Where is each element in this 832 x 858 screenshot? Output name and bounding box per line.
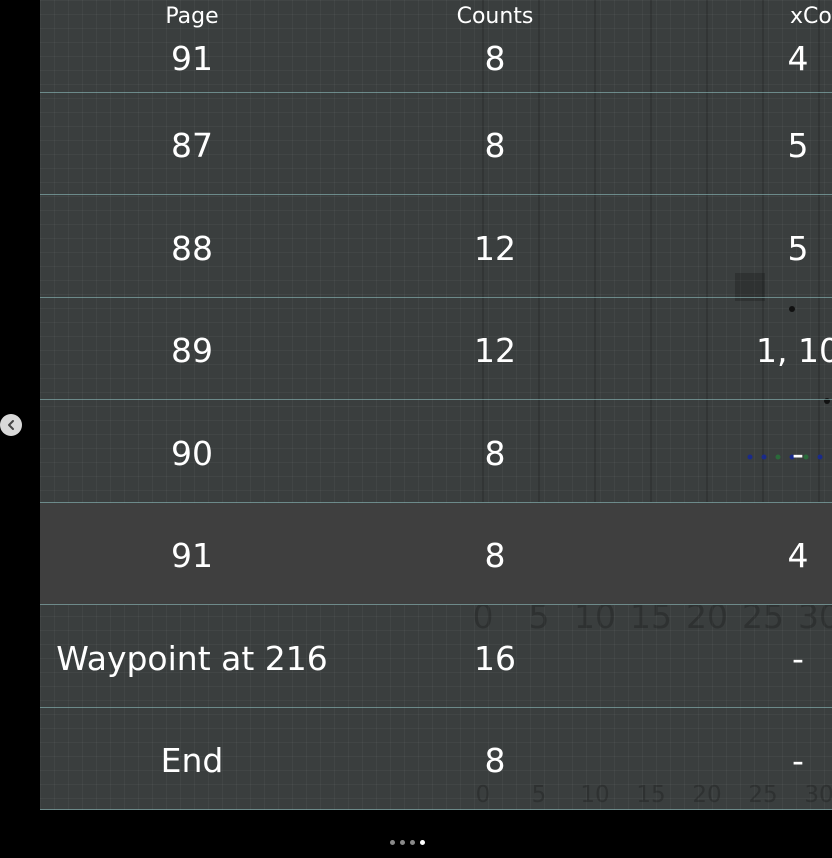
carousel-dot[interactable] xyxy=(410,840,415,845)
cell-xcounts: 5 xyxy=(787,126,809,165)
carousel-page-indicator xyxy=(390,840,425,845)
cell-counts: 16 xyxy=(474,638,516,678)
cell-counts: 12 xyxy=(474,331,516,370)
table-row[interactable]: End 8 - xyxy=(40,708,832,810)
cell-page: 91 xyxy=(171,39,213,78)
table-row[interactable]: 91 8 4 xyxy=(40,0,832,93)
cell-xcounts: - xyxy=(792,433,804,473)
cell-xcounts: 1, 10 xyxy=(756,331,832,370)
table-row[interactable]: 91 8 4 xyxy=(40,503,832,605)
cell-page: End xyxy=(160,741,224,780)
carousel-dot[interactable] xyxy=(400,840,405,845)
cell-counts: 8 xyxy=(484,126,506,165)
table-row[interactable]: 89 12 1, 10 xyxy=(40,298,832,400)
carousel-dot[interactable] xyxy=(390,840,395,845)
table-row[interactable]: 87 8 5 xyxy=(40,93,832,195)
cell-counts: 8 xyxy=(484,536,506,575)
cell-page: 88 xyxy=(171,228,213,268)
table-row[interactable]: 88 12 5 xyxy=(40,196,832,298)
cell-page: Waypoint at 216 xyxy=(56,638,328,678)
cell-xcounts: 4 xyxy=(787,39,809,78)
screen: 0 5 10 15 20 25 30 0 5 10 15 20 25 30 Page Counts xC… xyxy=(0,0,832,858)
carousel-dot[interactable] xyxy=(420,840,425,845)
table-row[interactable]: 90 8 - xyxy=(40,401,832,503)
table-row[interactable]: Waypoint at 216 16 - xyxy=(40,606,832,708)
cell-counts: 12 xyxy=(474,228,516,268)
cell-page: 89 xyxy=(171,331,213,370)
content-panel: 0 5 10 15 20 25 30 0 5 10 15 20 25 30 Page Counts xC… xyxy=(40,0,832,810)
cell-page: 91 xyxy=(171,536,213,575)
cell-counts: 8 xyxy=(484,433,506,473)
cell-xcounts: - xyxy=(792,638,804,678)
cell-xcounts: - xyxy=(792,741,804,780)
cell-xcounts: 4 xyxy=(787,536,809,575)
cell-page: 87 xyxy=(171,126,213,165)
cell-counts: 8 xyxy=(484,39,506,78)
cell-page: 90 xyxy=(171,433,213,473)
chevron-left-icon xyxy=(8,420,14,430)
cell-counts: 8 xyxy=(484,741,506,780)
previous-page-button[interactable] xyxy=(0,414,22,436)
cell-xcounts: 5 xyxy=(787,228,809,268)
